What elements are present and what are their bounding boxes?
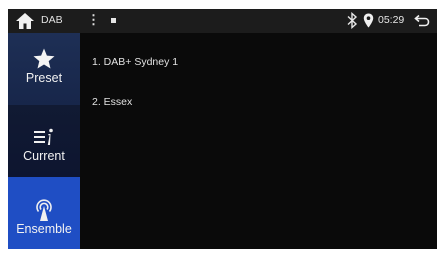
- more-vert-icon[interactable]: ⋮: [87, 13, 100, 27]
- tab-preset[interactable]: Preset: [8, 33, 80, 105]
- clock-time: 05:29: [378, 14, 405, 26]
- tab-current[interactable]: Current: [8, 105, 80, 177]
- ensemble-list: 1. DAB+ Sydney 1 2. Essex: [80, 33, 437, 249]
- station-info-icon: [34, 128, 53, 145]
- star-icon: [33, 48, 55, 69]
- antenna-icon: [36, 199, 52, 221]
- sidebar: Preset Current Ensemble: [8, 33, 80, 249]
- location-icon: [363, 13, 374, 28]
- tab-preset-label: Preset: [25, 71, 63, 85]
- home-icon[interactable]: [15, 11, 35, 31]
- head-unit-screen: DAB ⋮ 05:29 Preset Current Ensemble 1. D…: [8, 9, 437, 249]
- list-item[interactable]: 2. Essex: [92, 96, 132, 108]
- tab-current-label: Current: [23, 149, 65, 163]
- list-item[interactable]: 1. DAB+ Sydney 1: [92, 56, 178, 68]
- source-label: DAB: [41, 14, 63, 26]
- square-indicator-icon: [111, 18, 116, 23]
- bluetooth-icon: [347, 12, 358, 29]
- status-bar: DAB ⋮ 05:29: [8, 9, 437, 33]
- back-icon[interactable]: [414, 13, 430, 29]
- tab-ensemble-label: Ensemble: [16, 222, 72, 236]
- tab-ensemble[interactable]: Ensemble: [8, 177, 80, 249]
